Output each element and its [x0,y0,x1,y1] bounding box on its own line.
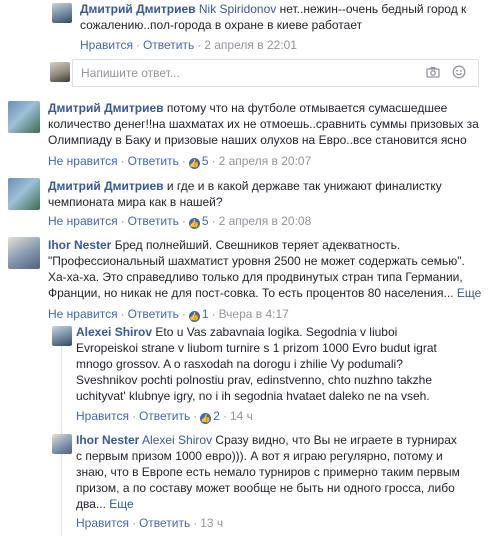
comment-4: Ihor Nester Бред полнейший. Свешников те… [8,237,492,322]
comment-text: чемпионата мира как в нашей? [48,195,223,209]
comment-text: и где и в какой державе так унижают фина… [163,179,442,193]
comment-text: Олимпиаду в Баку и призовые наших олухов… [48,133,467,147]
comment-timestamp[interactable]: 2 апреля в 20:07 [219,154,312,168]
comment-text: количество денег!!на шахматах их не отмо… [48,117,479,131]
comment-text: Eto u Vas zabavnaia logika. Segodnia v l… [152,325,398,339]
unlike-link[interactable]: Не нравится [48,214,118,228]
like-count[interactable]: 👍 2 [200,409,220,424]
comment-text: Франции, но никак не для пост-совка. То … [48,286,454,300]
comment-author[interactable]: Дмитрий Дмитриев [48,101,164,115]
unlike-link[interactable]: Не нравится [48,154,118,168]
comment-3: Дмитрий Дмитриев и где и в какой державе… [8,178,492,230]
comment-text: нет..нежин--очень бедный город к [279,2,467,16]
comment-actions: Не нравится · Ответить · 👍 5 · 2 апреля в 20:07 [48,154,312,169]
reply-link[interactable]: Ответить [143,38,194,52]
comment-actions: Не нравится · Ответить · 👍 1 · Вчера в 4:17 [48,307,289,322]
avatar[interactable] [8,178,40,210]
comment-text: Sveshnikov pochti polnostiu prav, edinst… [76,373,433,387]
comment-timestamp[interactable]: 2 апреля в 22:01 [204,38,297,52]
reply-link[interactable]: Ответить [139,409,190,423]
comment-author[interactable]: Дмитрий Дмитриев [80,2,196,16]
reply-link[interactable]: Ответить [139,516,190,530]
comment-body: Дмитрий Дмитриев Nik Spiridonov нет..неж… [80,1,492,33]
like-count-value: 5 [201,214,209,228]
comment-text: знаю, что в Европе есть немало турниров … [76,465,460,479]
avatar[interactable] [8,237,40,269]
comment-text: Сразу видно, что Вы не играете в турнира… [212,433,457,447]
reply-link[interactable]: Ответить [128,307,179,321]
comment-text: Ха-ха-ха. Это справедливо только для про… [48,270,463,284]
comment-timestamp[interactable]: 13 ч [200,516,223,530]
avatar[interactable] [8,101,40,133]
camera-icon[interactable] [426,65,440,79]
comment-mention[interactable]: Alexei Shirov [142,433,212,447]
comment-1: Дмитрий Дмитриев Nik Spiridonov нет..неж… [52,0,492,55]
like-count-value: 2 [213,409,220,423]
see-more-link[interactable]: Еще [109,497,133,511]
like-count-value: 5 [201,154,209,168]
comment-body: Дмитрий Дмитриев и где и в какой державе… [48,178,492,210]
reply-link[interactable]: Ответить [128,154,179,168]
avatar[interactable] [52,3,72,23]
current-user-avatar [50,62,70,82]
comment-text: с первым призом 1000 евро))). А вот я иг… [76,449,443,463]
like-count-value: 1 [201,307,209,321]
like-link[interactable]: Нравится [76,516,129,530]
unlike-link[interactable]: Не нравится [48,307,118,321]
like-count[interactable]: 👍 1 [188,307,209,322]
like-count[interactable]: 👍 5 [188,214,209,229]
comment-text: Evropeiskoi strane v liubom turnire s 1 … [76,341,437,355]
comment-actions: Нравится · Ответить · 13 ч [76,516,224,530]
avatar[interactable] [52,326,72,346]
comment-body: Ihor Nester Alexei Shirov Сразу видно, ч… [76,432,490,512]
comment-text: mnogo grossov. A o rasxodah na dorogu i … [76,357,403,371]
comment-timestamp[interactable]: 14 ч [230,409,253,423]
reply-link[interactable]: Ответить [128,214,179,228]
comment-actions: Не нравится · Ответить · 👍 5 · 2 апреля в 20:08 [48,214,312,229]
comment-text: потому что на футболе отмывается сумасше… [163,101,448,115]
comment-mention[interactable]: Nik Spiridonov [199,2,276,16]
thumbs-up-icon: 👍 [188,218,200,229]
comment-author[interactable]: Ihor Nester [48,238,111,252]
comment-author[interactable]: Alexei Shirov [76,325,152,339]
comment-text: призом, а по составу может вообще не быт… [76,481,455,495]
like-link[interactable]: Нравится [76,409,129,423]
comment-body: Ihor Nester Бред полнейший. Свешников те… [48,237,494,301]
comment-text: сожалению..пол-города в охране в киеве р… [80,18,363,32]
avatar[interactable] [52,434,72,454]
comment-timestamp[interactable]: Вчера в 4:17 [219,307,289,321]
comment-timestamp[interactable]: 2 апреля в 20:08 [219,214,312,228]
comment-author[interactable]: Ihor Nester [76,433,139,447]
comment-2: Дмитрий Дмитриев потому что на футболе о… [8,101,492,171]
like-link[interactable]: Нравится [80,38,133,52]
comment-5: Alexei Shirov Eto u Vas zabavnaia logika… [52,323,492,424]
like-count[interactable]: 👍 5 [188,154,209,169]
smile-icon[interactable] [452,65,466,79]
thumbs-up-icon: 👍 [200,413,212,424]
see-more-link[interactable]: Еще [457,286,481,300]
comment-author[interactable]: Дмитрий Дмитриев [48,179,164,193]
thumbs-up-icon: 👍 [188,311,200,322]
comment-text: два... [76,497,106,511]
comment-text: Бред полнейший. Свешников теряет адекват… [111,238,401,252]
reply-placeholder: Напишите ответ... [81,66,180,80]
comment-6: Ihor Nester Alexei Shirov Сразу видно, ч… [52,431,492,536]
comment-body: Дмитрий Дмитриев потому что на футболе о… [48,100,492,148]
comment-body: Alexei Shirov Eto u Vas zabavnaia logika… [76,324,490,404]
comment-text: "Профессиональный шахматист уровня 2500 … [48,254,465,268]
comment-actions: Нравится · Ответить · 2 апреля в 22:01 [80,38,297,52]
thumbs-up-icon: 👍 [188,158,200,169]
comment-actions: Нравится · Ответить · 👍 2 · 14 ч [76,409,253,424]
reply-input[interactable]: Напишите ответ... [72,59,479,87]
comment-text: uchityvat' klubnye igry, no i ih segodni… [76,389,430,403]
